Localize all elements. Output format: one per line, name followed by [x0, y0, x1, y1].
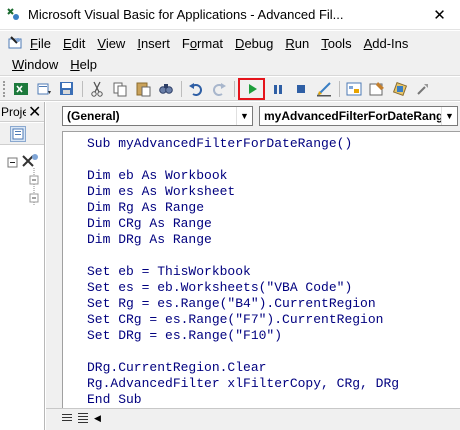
- reset-icon[interactable]: [290, 79, 311, 99]
- full-module-view-icon[interactable]: [76, 411, 90, 425]
- code-line[interactable]: Sub myAdvancedFilterForDateRange(): [87, 136, 399, 152]
- properties-icon[interactable]: [366, 79, 387, 99]
- module-menu-icon[interactable]: [8, 36, 22, 50]
- menu-insert[interactable]: Insert: [131, 36, 176, 51]
- procedure-combo-value: myAdvancedFilterForDateRang: [264, 109, 444, 123]
- menu-edit[interactable]: Edit: [57, 36, 91, 51]
- code-line[interactable]: Dim es As Worksheet: [87, 184, 399, 200]
- view-buttons: [60, 411, 90, 425]
- design-mode-icon[interactable]: [313, 79, 334, 99]
- undo-icon[interactable]: [185, 79, 206, 99]
- toolbox-icon[interactable]: [412, 79, 433, 99]
- menu-debug[interactable]: Debug: [229, 36, 279, 51]
- menu-bar: File Edit View Insert Format Debug Run T…: [0, 31, 460, 76]
- code-line[interactable]: Set CRg = es.Range("F7").CurrentRegion: [87, 312, 399, 328]
- save-icon[interactable]: [56, 79, 77, 99]
- menu-row-2: Window Help: [0, 54, 103, 74]
- code-line[interactable]: End Sub: [87, 392, 399, 408]
- code-line[interactable]: [87, 152, 399, 168]
- project-close-icon[interactable]: ✕: [28, 102, 41, 122]
- code-line[interactable]: Dim Rg As Range: [87, 200, 399, 216]
- toolbar-separator: [82, 80, 83, 97]
- object-combo[interactable]: (General) ▼: [62, 106, 253, 126]
- project-panel-toolbar: [0, 123, 44, 145]
- cut-icon[interactable]: [86, 79, 107, 99]
- close-window-button[interactable]: ✕: [419, 0, 460, 30]
- code-line[interactable]: [87, 344, 399, 360]
- code-editor[interactable]: Sub myAdvancedFilterForDateRange() Dim e…: [62, 131, 460, 408]
- title-bar: Microsoft Visual Basic for Applications …: [0, 0, 460, 30]
- copy-icon[interactable]: [109, 79, 130, 99]
- menu-run[interactable]: Run: [279, 36, 315, 51]
- object-combo-value: (General): [67, 109, 120, 123]
- break-icon[interactable]: [267, 79, 288, 99]
- vba-app-icon: [6, 7, 20, 21]
- project-explorer-icon[interactable]: [343, 79, 364, 99]
- procedure-view-icon[interactable]: [60, 411, 74, 425]
- menu-row-1: File Edit View Insert Format Debug Run T…: [0, 33, 414, 53]
- close-icon: ✕: [433, 7, 446, 24]
- menu-format[interactable]: Format: [176, 36, 229, 51]
- menu-window[interactable]: Window: [0, 57, 64, 72]
- tree-node-collapsed-icon[interactable]: [29, 193, 39, 203]
- view-code-icon[interactable]: [10, 126, 26, 142]
- procedure-combo[interactable]: myAdvancedFilterForDateRang ▼: [259, 106, 458, 126]
- menu-help[interactable]: Help: [64, 57, 103, 72]
- chevron-down-icon[interactable]: ▼: [236, 107, 252, 125]
- insert-module-icon[interactable]: [33, 79, 54, 99]
- paste-icon[interactable]: [132, 79, 153, 99]
- menu-view[interactable]: View: [91, 36, 131, 51]
- code-line[interactable]: Dim eb As Workbook: [87, 168, 399, 184]
- menu-add-ins[interactable]: Add-Ins: [358, 36, 415, 51]
- redo-icon[interactable]: [208, 79, 229, 99]
- tree-expander-icon[interactable]: [7, 157, 18, 168]
- excel-icon[interactable]: [10, 79, 31, 99]
- window-title: Microsoft Visual Basic for Applications …: [28, 7, 344, 22]
- run-icon: [248, 83, 257, 94]
- code-text[interactable]: Sub myAdvancedFilterForDateRange() Dim e…: [87, 136, 399, 408]
- code-line[interactable]: Dim CRg As Range: [87, 216, 399, 232]
- code-window-bottom-bar: ◀: [46, 408, 460, 430]
- toolbar-separator: [181, 80, 182, 97]
- toolbar-separator: [234, 80, 235, 97]
- menu-tools[interactable]: Tools: [315, 36, 357, 51]
- run-button[interactable]: [238, 77, 265, 100]
- project-panel-header: Proje ✕: [0, 102, 44, 122]
- toolbar-separator: [339, 80, 340, 97]
- vba-project-icon[interactable]: [22, 154, 38, 167]
- tree-node-collapsed-icon[interactable]: [29, 175, 39, 185]
- code-line[interactable]: Set Rg = es.Range("B4").CurrentRegion: [87, 296, 399, 312]
- code-line[interactable]: Rg.AdvancedFilter xlFilterCopy, CRg, DRg: [87, 376, 399, 392]
- project-tree: [0, 146, 44, 426]
- menu-file[interactable]: File: [24, 36, 57, 51]
- scroll-left-icon[interactable]: ◀: [94, 413, 101, 424]
- code-line[interactable]: [87, 248, 399, 264]
- code-line[interactable]: DRg.CurrentRegion.Clear: [87, 360, 399, 376]
- find-icon[interactable]: [155, 79, 176, 99]
- project-panel-title: Proje: [1, 105, 26, 119]
- code-line[interactable]: Dim DRg As Range: [87, 232, 399, 248]
- chevron-down-icon[interactable]: ▼: [441, 107, 457, 125]
- code-line[interactable]: Set eb = ThisWorkbook: [87, 264, 399, 280]
- code-line[interactable]: Set es = eb.Worksheets("VBA Code"): [87, 280, 399, 296]
- code-line[interactable]: Set DRg = es.Range("F10"): [87, 328, 399, 344]
- code-window: (General) ▼ myAdvancedFilterForDateRang …: [46, 102, 460, 430]
- standard-toolbar: [0, 77, 460, 101]
- project-explorer-panel: Proje ✕: [0, 102, 45, 430]
- toolbar-grip[interactable]: [3, 80, 6, 97]
- object-browser-icon[interactable]: [389, 79, 410, 99]
